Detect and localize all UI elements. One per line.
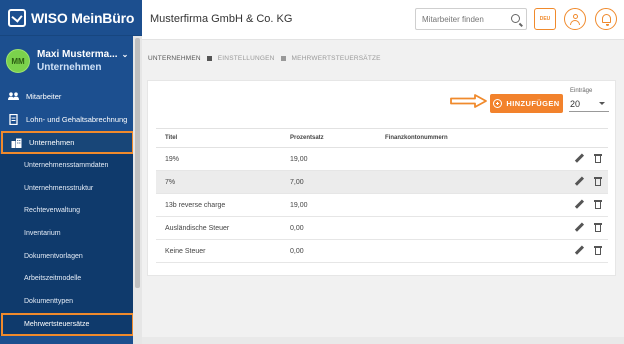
entries-value: 20 (570, 98, 581, 109)
user-icon (572, 14, 578, 19)
avatar: MM (6, 49, 30, 73)
edit-pencil-icon[interactable] (574, 200, 583, 209)
edit-pencil-icon[interactable] (574, 246, 583, 255)
column-header-titel[interactable]: Titel (156, 128, 290, 148)
sidebar-subitem-mehrwertsteuersaetze[interactable]: Mehrwertsteuersätze (1, 312, 134, 336)
cell-account (385, 216, 550, 240)
cell-title: 19% (156, 147, 290, 171)
delete-trash-icon[interactable] (594, 245, 602, 256)
cell-account (385, 193, 550, 217)
callout-arrow-icon (450, 94, 487, 108)
sidebar-subitem-arbeitszeitmodelle[interactable]: Arbeitszeitmodelle (0, 267, 142, 291)
entries-select[interactable]: Einträge 20 (569, 88, 609, 114)
breadcrumb-separator (206, 56, 212, 61)
sidebar-scrollbar[interactable] (133, 36, 142, 344)
breadcrumb: UNTERNEHMEN EINSTELLUNGEN MEHRWERTSTEUER… (148, 55, 381, 62)
column-header-finanzkonto[interactable]: Finanzkontonummern (385, 128, 550, 148)
cell-percent: 7,00 (290, 170, 385, 194)
cell-title: 13b reverse charge (156, 193, 290, 217)
table-row[interactable]: Keine Steuer 0,00 (156, 239, 608, 263)
sidebar-subitem-struktur[interactable]: Unternehmensstruktur (0, 176, 142, 200)
add-button[interactable]: HINZUFÜGEN (490, 94, 563, 113)
chevron-down-icon: ⌄ (121, 50, 129, 59)
building-icon (10, 137, 22, 149)
sidebar-item-label: Unternehmen (29, 138, 75, 147)
column-header-prozentsatz[interactable]: Prozentsatz (290, 128, 385, 148)
user-name: Maxi Musterma... (37, 49, 118, 60)
notifications-button[interactable] (595, 8, 617, 30)
sidebar-subitem-dokumenttypen[interactable]: Dokumenttypen (0, 290, 142, 313)
search-input[interactable] (422, 14, 507, 24)
table-row[interactable]: 19% 19,00 (156, 147, 608, 171)
sidebar-item-lohn[interactable]: Lohn- und Gehaltsabrechnung (0, 108, 142, 131)
cell-account (385, 239, 550, 263)
app-logo[interactable]: WISO MeinBüro (0, 0, 142, 36)
delete-trash-icon[interactable] (594, 153, 602, 164)
search-icon[interactable] (511, 14, 520, 23)
plus-circle-icon (493, 99, 503, 108)
delete-trash-icon[interactable] (594, 199, 602, 210)
entries-label: Einträge (570, 88, 593, 94)
sidebar-item-label: Mitarbeiter (26, 92, 62, 101)
brand-name: WISO MeinBüro (31, 9, 135, 26)
cell-percent: 0,00 (290, 239, 385, 263)
people-icon (7, 91, 19, 103)
employee-search[interactable] (415, 8, 527, 30)
cell-percent: 19,00 (290, 147, 385, 171)
scrollbar-thumb[interactable] (135, 38, 140, 288)
table-row[interactable]: 7% 7,00 (156, 170, 608, 194)
edit-pencil-icon[interactable] (574, 177, 583, 186)
breadcrumb-unternehmen[interactable]: UNTERNEHMEN (148, 55, 201, 62)
sidebar-subitem-inventarium[interactable]: Inventarium (0, 222, 142, 245)
sidebar-item-mitarbeiter[interactable]: Mitarbeiter (0, 85, 142, 108)
document-icon (7, 114, 19, 126)
table-header-row: Titel Prozentsatz Finanzkontonummern (156, 128, 608, 148)
edit-pencil-icon[interactable] (574, 223, 583, 232)
top-header: Musterfirma GmbH & Co. KG DEU (142, 0, 624, 40)
cell-percent: 0,00 (290, 216, 385, 240)
cell-title: Keine Steuer (156, 239, 290, 263)
add-button-label: HINZUFÜGEN (506, 99, 560, 108)
breadcrumb-current: MEHRWERTSTEUERSÄTZE (291, 55, 381, 62)
sidebar-item-label: Lohn- und Gehaltsabrechnung (26, 115, 128, 124)
company-name: Musterfirma GmbH & Co. KG (150, 13, 293, 25)
logo-check-icon (8, 8, 26, 27)
profile-button[interactable] (564, 8, 586, 30)
sidebar-subitem-dokumentvorlagen[interactable]: Dokumentvorlagen (0, 244, 142, 268)
table-row[interactable]: Ausländische Steuer 0,00 (156, 216, 608, 240)
delete-trash-icon[interactable] (594, 176, 602, 187)
cell-title: 7% (156, 170, 290, 194)
cell-account (385, 170, 550, 194)
vat-rates-card: HINZUFÜGEN Einträge 20 Titel Prozentsatz… (147, 80, 616, 276)
user-section: Unternehmen (37, 62, 102, 73)
sidebar-subitem-stammdaten[interactable]: Unternehmensstammdaten (0, 154, 142, 177)
language-button[interactable]: DEU (534, 8, 556, 30)
entries-dropdown[interactable]: 20 (569, 96, 609, 112)
vat-table: Titel Prozentsatz Finanzkontonummern 19%… (156, 128, 608, 263)
sidebar-subitem-rechte[interactable]: Rechteverwaltung (0, 199, 142, 223)
horizontal-scrollbar[interactable] (142, 337, 624, 344)
cell-account (385, 147, 550, 171)
sidebar-nav: Mitarbeiter Lohn- und Gehaltsabrechnung … (0, 85, 142, 336)
cell-title: Ausländische Steuer (156, 216, 290, 240)
breadcrumb-einstellungen[interactable]: EINSTELLUNGEN (218, 55, 275, 62)
sidebar: WISO MeinBüro MM Maxi Musterma... ⌄ Unter… (0, 0, 142, 344)
column-header-actions (550, 128, 608, 148)
table-row[interactable]: 13b reverse charge 19,00 (156, 193, 608, 217)
breadcrumb-separator (280, 56, 286, 61)
edit-pencil-icon[interactable] (574, 154, 583, 163)
cell-percent: 19,00 (290, 193, 385, 217)
sidebar-item-unternehmen[interactable]: Unternehmen (1, 131, 134, 154)
caret-down-icon (599, 102, 605, 105)
bell-icon (602, 14, 611, 23)
delete-trash-icon[interactable] (594, 222, 602, 233)
user-switcher[interactable]: MM Maxi Musterma... ⌄ Unternehmen (0, 40, 142, 82)
